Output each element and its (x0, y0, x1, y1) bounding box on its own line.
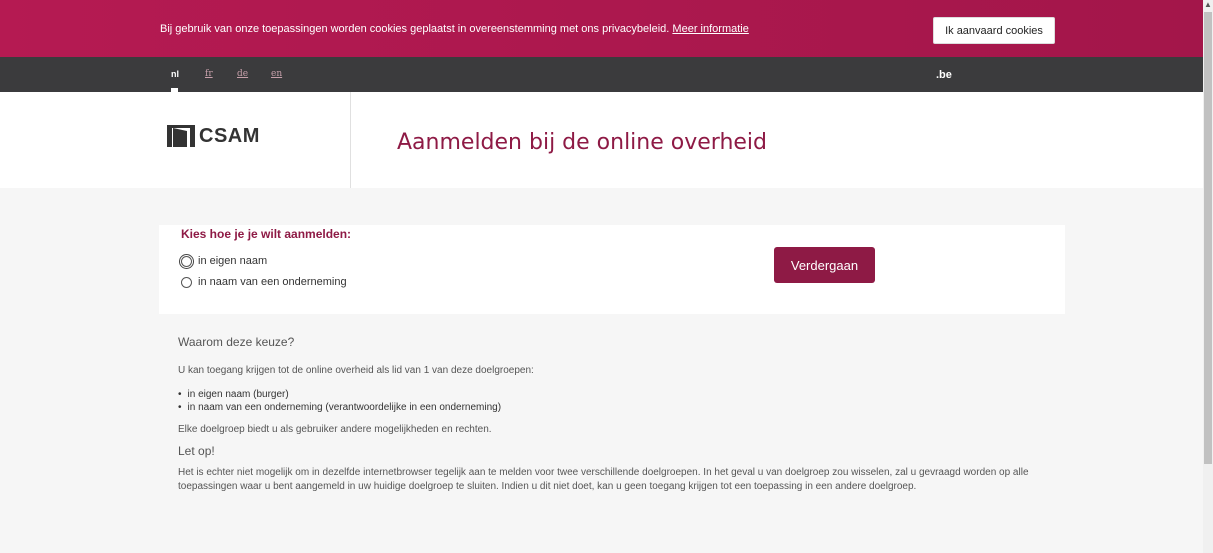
radio-own-name[interactable] (179, 253, 194, 269)
option-company-label: in naam van een onderneming (198, 276, 347, 288)
radio-company[interactable] (181, 276, 192, 288)
csam-door-icon (167, 125, 195, 147)
page-header: CSAM Aanmelden bij de online overheid (0, 92, 1203, 188)
lang-fr[interactable]: fr (205, 69, 213, 79)
option-own-name[interactable]: in eigen naam (179, 253, 268, 269)
cookie-message: Bij gebruik van onze toepassingen worden… (160, 23, 749, 35)
lang-en[interactable]: en (271, 69, 282, 79)
page-title: Aanmelden bij de online overheid (397, 130, 767, 155)
choice-heading: Kies hoe je je wilt aanmelden: (181, 227, 352, 241)
csam-logo[interactable]: CSAM (167, 124, 260, 148)
lang-nl[interactable]: nl (171, 69, 179, 79)
list-item: in naam van een onderneming (verantwoord… (178, 401, 1058, 414)
option-company[interactable]: in naam van een onderneming (181, 276, 347, 288)
option-own-name-label: in eigen naam (198, 255, 268, 267)
be-logo[interactable]: .be (936, 69, 952, 81)
info-intro: U kan toegang krijgen tot de online over… (178, 365, 534, 376)
warning-heading: Let op! (178, 444, 215, 458)
cookie-banner: Bij gebruik van onze toepassingen worden… (0, 0, 1203, 57)
warning-text: Het is echter niet mogelijk om in dezelf… (178, 467, 1029, 492)
lang-de[interactable]: de (237, 69, 248, 79)
group-list: in eigen naam (burger) in naam van een o… (178, 388, 1058, 414)
csam-logo-text: CSAM (199, 124, 260, 147)
cookie-more-info-link[interactable]: Meer informatie (672, 23, 748, 35)
scrollbar-thumb[interactable] (1204, 12, 1212, 464)
scroll-up-icon[interactable]: ▲ (1203, 0, 1213, 10)
accept-cookies-button[interactable]: Ik aanvaard cookies (933, 17, 1055, 44)
header-divider (350, 92, 351, 188)
cookie-text: Bij gebruik van onze toepassingen worden… (160, 23, 670, 35)
page-scrollbar[interactable]: ▲ (1203, 0, 1213, 553)
login-choice-card: Kies hoe je je wilt aanmelden: in eigen … (159, 225, 1065, 314)
info-heading: Waarom deze keuze? (178, 335, 295, 349)
info-rights: Elke doelgroep biedt u als gebruiker and… (178, 424, 492, 435)
continue-button[interactable]: Verdergaan (774, 247, 875, 283)
info-section: Waarom deze keuze? U kan toegang krijgen… (178, 336, 1058, 494)
language-bar: nl fr de en .be (0, 57, 1203, 92)
list-item: in eigen naam (burger) (178, 388, 1058, 401)
